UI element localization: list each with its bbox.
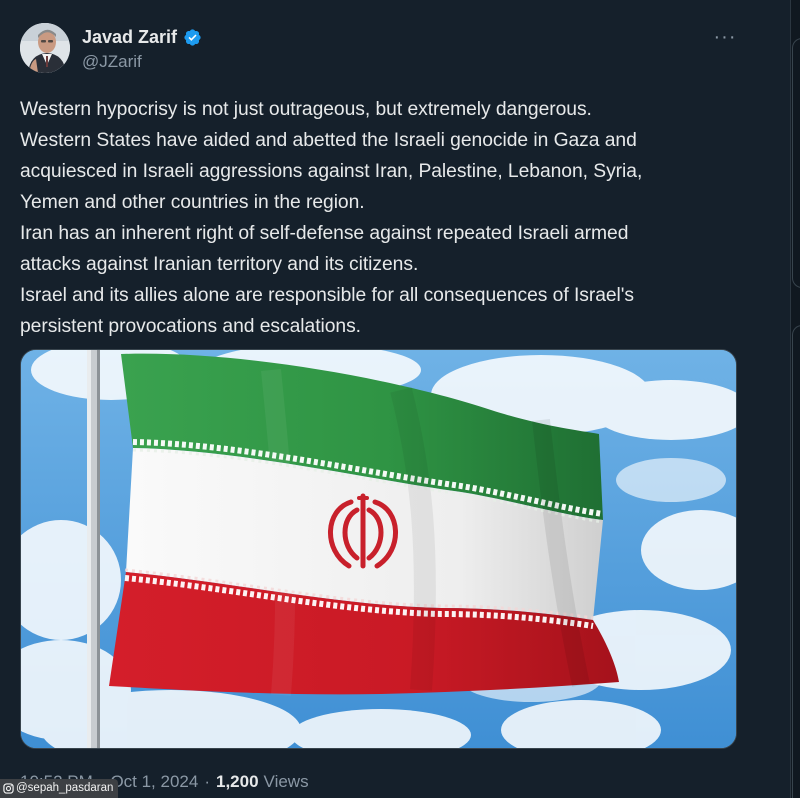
side-panel-edge xyxy=(790,0,800,798)
tweet-text-line: attacks against Iranian territory and it… xyxy=(20,254,419,275)
views-count: 1,200 xyxy=(216,772,259,791)
tweet-text-line: persistent provocations and escalations. xyxy=(20,316,361,337)
instagram-icon xyxy=(3,783,14,794)
views-label: Views xyxy=(263,772,309,791)
tweet-text-line: Iran has an inherent right of self-defen… xyxy=(20,223,629,244)
more-button[interactable]: ··· xyxy=(708,22,742,52)
avatar[interactable] xyxy=(20,23,70,73)
tweet-screenshot: Javad Zarif @JZarif ··· Western hypocris… xyxy=(0,0,800,798)
tweet-text-line: Western States have aided and abetted th… xyxy=(20,130,637,151)
tweet-text-line: Western hypocrisy is not just outrageous… xyxy=(20,99,592,120)
iran-flag-photo xyxy=(21,350,736,748)
tweet-text-line: Yemen and other countries in the region. xyxy=(20,192,365,213)
author-handle[interactable]: @JZarif xyxy=(82,52,142,72)
side-card-edge xyxy=(792,38,800,288)
watermark-text: @sepah_pasdaran xyxy=(16,782,114,794)
author-name[interactable]: Javad Zarif xyxy=(82,27,202,48)
tweet-date[interactable]: Oct 1, 2024 xyxy=(110,772,198,792)
tweet-text-line: acquiesced in Israeli aggressions agains… xyxy=(20,161,643,182)
watermark: @sepah_pasdaran xyxy=(0,779,119,798)
avatar-image xyxy=(20,23,70,73)
verified-badge-icon xyxy=(184,29,201,46)
tweet-media-image[interactable] xyxy=(20,349,737,749)
more-horizontal-icon: ··· xyxy=(713,26,737,48)
tweet-text-line: Israel and its allies alone are responsi… xyxy=(20,285,635,306)
side-card-edge xyxy=(792,325,800,798)
author-name-text: Javad Zarif xyxy=(82,27,178,47)
tweet-text: Western hypocrisy is not just outrageous… xyxy=(20,94,780,342)
meta-separator: · xyxy=(204,772,210,791)
